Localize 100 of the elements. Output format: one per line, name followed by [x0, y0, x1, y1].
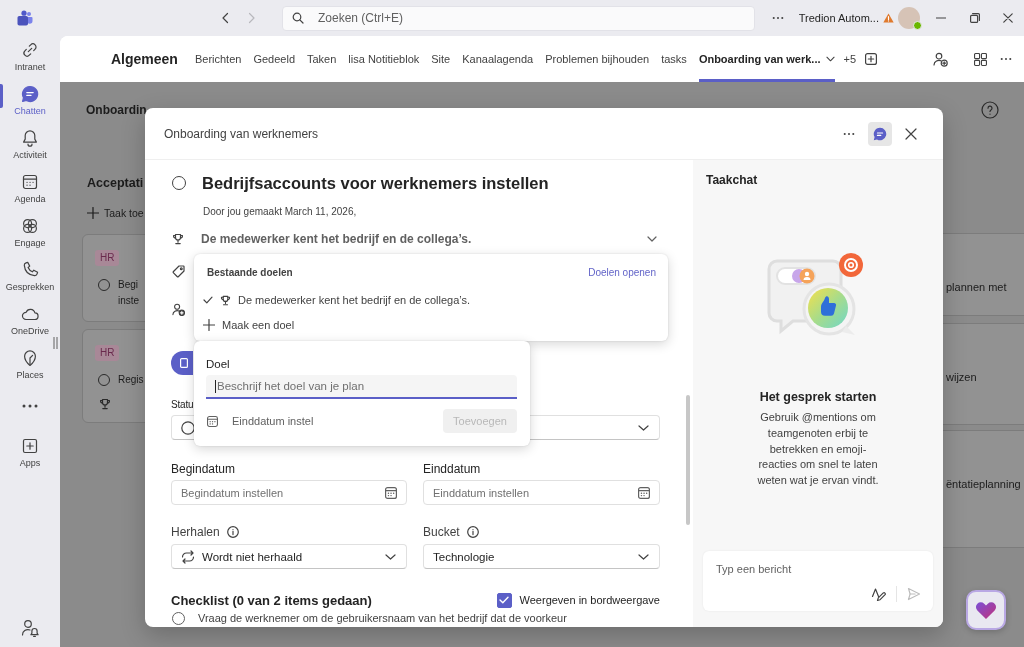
clover-icon	[20, 216, 40, 236]
channel-tab[interactable]: lisa Notitieblok	[348, 36, 420, 82]
channel-tab[interactable]: Problemen bijhouden	[545, 36, 650, 82]
channel-tab[interactable]: Kanaalagenda	[462, 36, 534, 82]
people-logo-icon[interactable]	[17, 10, 33, 26]
nav-item[interactable]: Gesprekken	[0, 256, 60, 300]
calendar-icon	[638, 486, 650, 499]
due-date-button[interactable]: Einddatum instel	[206, 415, 314, 427]
chevron-down-icon	[638, 424, 649, 431]
more-tabs-button[interactable]: +5	[843, 53, 857, 65]
tag-label: HR	[95, 250, 120, 266]
checkbox-label[interactable]: Weergeven in bordweergave	[519, 594, 660, 606]
task-title[interactable]: Bedrijfsaccounts voor werknemers instellen	[202, 173, 549, 193]
menu-heading: Bestaande doelen	[207, 266, 293, 278]
pen-icon[interactable]	[871, 586, 886, 602]
trophy-icon	[220, 294, 231, 306]
document-icon	[180, 358, 188, 368]
created-info: Door jou gemaakt March 11, 2026,	[203, 206, 357, 218]
scrollbar[interactable]	[686, 395, 690, 525]
field-label: Doel	[206, 357, 230, 371]
chevron-down-icon	[638, 553, 649, 560]
search-field[interactable]: Zoeken (Ctrl+E)	[282, 5, 755, 31]
channel-tab[interactable]: Taken	[307, 36, 337, 82]
trophy-icon	[172, 233, 184, 245]
nav-item[interactable]: Chatten	[0, 80, 60, 124]
check-icon	[203, 296, 213, 304]
link-icon	[20, 40, 40, 60]
nav-item[interactable]: Engage	[0, 212, 60, 256]
date-field[interactable]: Einddatum instellen	[423, 480, 660, 505]
channel-tab[interactable]: tasks	[661, 36, 687, 82]
chevron-down-icon	[385, 553, 396, 560]
notes-toggle-button[interactable]	[171, 351, 193, 375]
goal-text[interactable]: De medewerker kent het bedrijf en de collega’s.	[201, 232, 472, 246]
plus-square-icon[interactable]	[865, 53, 878, 65]
nav-item[interactable]: Activiteit	[0, 124, 60, 168]
resize-handle-icon[interactable]	[53, 337, 58, 349]
calendar-icon	[20, 172, 40, 192]
plan-title: Onboardin	[86, 103, 147, 117]
person-bell-icon[interactable]	[20, 618, 40, 638]
checklist-title: Checklist (0 van 2 items gedaan)	[171, 592, 372, 608]
more-icon	[22, 404, 38, 408]
add-person-icon[interactable]	[172, 302, 185, 316]
nav-item[interactable]: Places	[0, 344, 60, 388]
field-label: Begindatum	[171, 462, 237, 476]
select-dropdown[interactable]: Wordt niet herhaald	[171, 544, 407, 569]
open-goals-link[interactable]: Doelen openen	[588, 266, 656, 278]
nav-item[interactable]: Agenda	[0, 168, 60, 212]
task-name: plannen met	[946, 280, 1007, 294]
more-icon[interactable]	[843, 131, 855, 136]
plus-icon	[87, 207, 99, 219]
info-icon[interactable]	[466, 526, 479, 538]
warning-icon	[883, 13, 894, 23]
goal-input-field[interactable]: Beschrijf het doel van je plan	[206, 375, 517, 399]
close-icon[interactable]	[1003, 13, 1013, 23]
account-name[interactable]: Tredion Autom...	[798, 12, 879, 24]
channel-tab[interactable]: Gedeeld	[253, 36, 295, 82]
create-goal-button[interactable]: Maak een doel	[203, 315, 295, 335]
checklist-item[interactable]: Vraag de werknemer om de gebruikersnaam van het bedrijf dat de voorkeur	[198, 612, 567, 624]
nav-item[interactable]: OneDrive	[0, 300, 60, 344]
close-icon[interactable]	[905, 127, 917, 140]
restore-icon[interactable]	[970, 13, 980, 23]
panel-title: Taakchat	[706, 173, 758, 187]
chat-icon	[873, 126, 887, 141]
add-person-icon[interactable]	[933, 51, 948, 67]
grid-icon[interactable]	[974, 52, 987, 66]
add-task-button[interactable]: Taak toe	[82, 203, 144, 223]
more-icon[interactable]	[1000, 57, 1012, 61]
help-icon[interactable]	[981, 101, 999, 119]
dialog-title: Onboarding van werknemers	[164, 126, 319, 141]
channel-tab[interactable]: Berichten	[194, 36, 242, 82]
checkbox[interactable]	[496, 592, 512, 608]
empty-state-heading: Het gesprek starten	[759, 389, 877, 405]
date-field[interactable]: Begindatum instellen	[171, 480, 407, 505]
circle-icon	[181, 420, 195, 435]
check-icon	[499, 596, 510, 604]
tag-icon[interactable]	[172, 264, 185, 278]
message-field[interactable]: Typ een bericht	[703, 551, 933, 611]
tag-label: HR	[95, 345, 120, 361]
field-label: Einddatum	[423, 462, 482, 476]
chat-button[interactable]	[868, 121, 892, 146]
repeat-icon	[181, 549, 195, 564]
nav-item[interactable]: Apps	[0, 432, 60, 476]
more-icon[interactable]	[771, 16, 784, 20]
info-icon[interactable]	[226, 526, 239, 538]
channel-tab[interactable]: Site	[431, 36, 451, 82]
chevron-down-icon[interactable]	[647, 236, 657, 242]
select-dropdown[interactable]: Technologie	[423, 544, 660, 569]
task-name: ëntatieplanning	[946, 477, 1021, 491]
task-name: Regis	[118, 373, 144, 387]
field-label: Bucket	[423, 525, 460, 539]
empty-state-text: Gebruik @mentions om teamgenoten erbij te betrekken en emoji-reacties om snel te laten weten wat je ervan vindt.	[756, 410, 880, 488]
nav-item[interactable]: Intranet	[0, 36, 60, 80]
text-cursor-icon	[215, 379, 216, 393]
goal-option[interactable]: De medewerker kent het bedrijf en de collega’s.	[203, 290, 471, 310]
plus-icon	[203, 319, 215, 331]
caret-icon[interactable]	[825, 56, 835, 62]
calendar-icon	[207, 415, 218, 427]
app-shortcut-button[interactable]	[966, 590, 1006, 630]
calendar-icon	[385, 486, 397, 499]
heart-logo-icon	[975, 600, 997, 620]
